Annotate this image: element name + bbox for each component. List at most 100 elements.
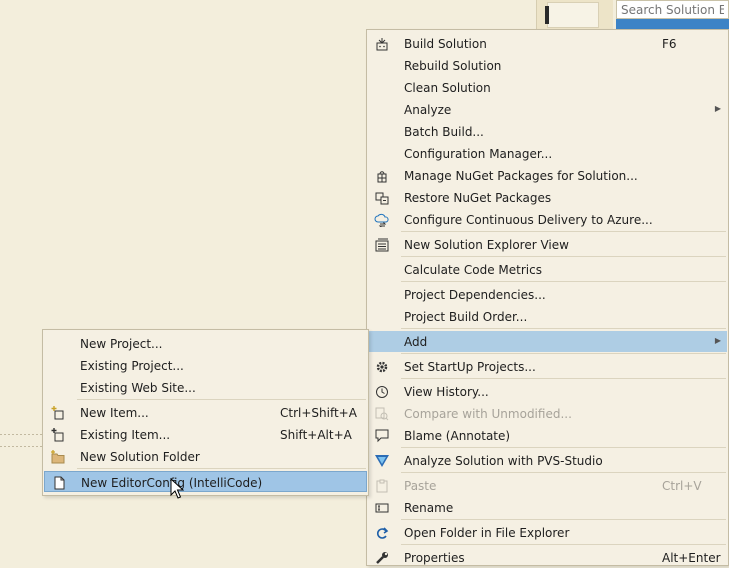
submenu-item-existing-item[interactable]: Existing Item... Shift+Alt+A: [44, 424, 367, 445]
menu-item-set-startup-projects[interactable]: Set StartUp Projects...: [368, 356, 727, 377]
nuget-package-icon: [374, 168, 390, 184]
menu-item-analyze[interactable]: Analyze ▶: [368, 99, 727, 120]
menu-separator: [77, 468, 366, 469]
add-submenu: New Project... Existing Project... Exist…: [42, 329, 369, 496]
menu-item-label: Configuration Manager...: [404, 147, 553, 161]
menu-separator: [401, 281, 726, 282]
menu-item-label: Batch Build...: [404, 125, 484, 139]
menu-item-build-solution[interactable]: Build Solution F6: [368, 33, 727, 54]
menu-item-label: Properties: [404, 551, 465, 565]
menu-item-clean-solution[interactable]: Clean Solution: [368, 77, 727, 98]
menu-item-label: Set StartUp Projects...: [404, 360, 536, 374]
restore-packages-icon: [374, 190, 390, 206]
menu-item-label: New Project...: [80, 337, 163, 351]
document-thumbnail: [536, 0, 613, 30]
menu-item-compare-unmodified: Compare with Unmodified...: [368, 403, 727, 424]
search-input[interactable]: [617, 1, 728, 18]
menu-item-rename[interactable]: Rename: [368, 497, 727, 518]
submenu-item-new-editorconfig[interactable]: New EditorConfig (IntelliCode): [44, 471, 367, 492]
menu-item-configure-continuous-delivery[interactable]: Configure Continuous Delivery to Azure..…: [368, 209, 727, 230]
menu-item-label: Analyze: [404, 103, 452, 117]
menu-separator: [401, 231, 726, 232]
menu-item-label: Project Dependencies...: [404, 288, 546, 302]
menu-item-paste: Paste Ctrl+V: [368, 475, 727, 496]
menu-item-label: Add: [404, 335, 428, 349]
editor-guideline: [0, 434, 42, 435]
submenu-item-new-project[interactable]: New Project...: [44, 333, 367, 354]
refresh-arrow-icon: [374, 525, 390, 541]
menu-item-rebuild-solution[interactable]: Rebuild Solution: [368, 55, 727, 76]
menu-item-label: Configure Continuous Delivery to Azure..…: [404, 213, 653, 227]
wrench-icon: [374, 550, 390, 566]
menu-item-label: Blame (Annotate): [404, 429, 511, 443]
menu-item-properties[interactable]: Properties Alt+Enter: [368, 547, 727, 568]
menu-separator: [401, 519, 726, 520]
build-icon: [374, 36, 390, 52]
cloud-sync-icon: [374, 212, 390, 228]
gear-icon: [374, 359, 390, 375]
menu-item-new-solution-explorer-view[interactable]: New Solution Explorer View: [368, 234, 727, 255]
menu-item-label: Clean Solution: [404, 81, 491, 95]
menu-item-shortcut: Shift+Alt+A: [280, 428, 352, 442]
menu-item-label: Existing Item...: [80, 428, 171, 442]
submenu-item-existing-project[interactable]: Existing Project...: [44, 355, 367, 376]
menu-separator: [401, 353, 726, 354]
menu-item-add[interactable]: Add ▶: [368, 331, 727, 352]
new-view-icon: [374, 237, 390, 253]
menu-item-restore-nuget[interactable]: Restore NuGet Packages: [368, 187, 727, 208]
menu-separator: [401, 447, 726, 448]
menu-separator: [401, 472, 726, 473]
solution-context-menu: Build Solution F6 Rebuild Solution Clean…: [366, 29, 729, 566]
existing-item-icon: [50, 427, 66, 443]
history-icon: [374, 384, 390, 400]
pvs-studio-icon: [374, 453, 390, 469]
submenu-arrow-icon: ▶: [714, 336, 721, 345]
editor-guideline: [0, 446, 42, 447]
file-icon: [51, 475, 67, 491]
menu-item-configuration-manager[interactable]: Configuration Manager...: [368, 143, 727, 164]
menu-item-label: Existing Project...: [80, 359, 184, 373]
menu-item-label: Calculate Code Metrics: [404, 263, 542, 277]
menu-item-label: Build Solution: [404, 37, 487, 51]
menu-item-label: New Item...: [80, 406, 149, 420]
menu-item-label: View History...: [404, 385, 489, 399]
menu-item-label: Manage NuGet Packages for Solution...: [404, 169, 638, 183]
new-item-icon: [50, 405, 66, 421]
submenu-item-existing-web-site[interactable]: Existing Web Site...: [44, 377, 367, 398]
submenu-arrow-icon: ▶: [714, 104, 721, 113]
menu-item-shortcut: Ctrl+V: [662, 479, 702, 493]
menu-item-batch-build[interactable]: Batch Build...: [368, 121, 727, 142]
menu-item-shortcut: Alt+Enter: [662, 551, 721, 565]
thumbnail-bar: [545, 6, 549, 24]
paste-icon: [374, 478, 390, 494]
menu-item-label: New Solution Explorer View: [404, 238, 569, 252]
solution-explorer-search[interactable]: [616, 0, 729, 19]
rename-icon: [374, 500, 390, 516]
menu-item-view-history[interactable]: View History...: [368, 381, 727, 402]
menu-separator: [401, 328, 726, 329]
menu-item-label: New Solution Folder: [80, 450, 200, 464]
submenu-item-new-solution-folder[interactable]: New Solution Folder: [44, 446, 367, 467]
menu-item-label: Analyze Solution with PVS-Studio: [404, 454, 603, 468]
menu-item-shortcut: F6: [662, 37, 677, 51]
menu-item-label: Compare with Unmodified...: [404, 407, 572, 421]
menu-separator: [401, 378, 726, 379]
menu-item-manage-nuget[interactable]: Manage NuGet Packages for Solution...: [368, 165, 727, 186]
menu-item-analyze-pvs-studio[interactable]: Analyze Solution with PVS-Studio: [368, 450, 727, 471]
menu-separator: [401, 544, 726, 545]
menu-separator: [77, 399, 366, 400]
submenu-item-new-item[interactable]: New Item... Ctrl+Shift+A: [44, 402, 367, 423]
menu-item-open-folder[interactable]: Open Folder in File Explorer: [368, 522, 727, 543]
mouse-cursor-icon: [170, 478, 184, 499]
menu-item-project-build-order[interactable]: Project Build Order...: [368, 306, 727, 327]
menu-item-calculate-code-metrics[interactable]: Calculate Code Metrics: [368, 259, 727, 280]
comment-icon: [374, 428, 390, 444]
menu-item-label: Rebuild Solution: [404, 59, 502, 73]
menu-item-shortcut: Ctrl+Shift+A: [280, 406, 357, 420]
menu-item-label: Rename: [404, 501, 454, 515]
menu-item-project-dependencies[interactable]: Project Dependencies...: [368, 284, 727, 305]
menu-item-label: Paste: [404, 479, 437, 493]
menu-separator: [401, 256, 726, 257]
compare-icon: [374, 406, 390, 422]
menu-item-blame[interactable]: Blame (Annotate): [368, 425, 727, 446]
